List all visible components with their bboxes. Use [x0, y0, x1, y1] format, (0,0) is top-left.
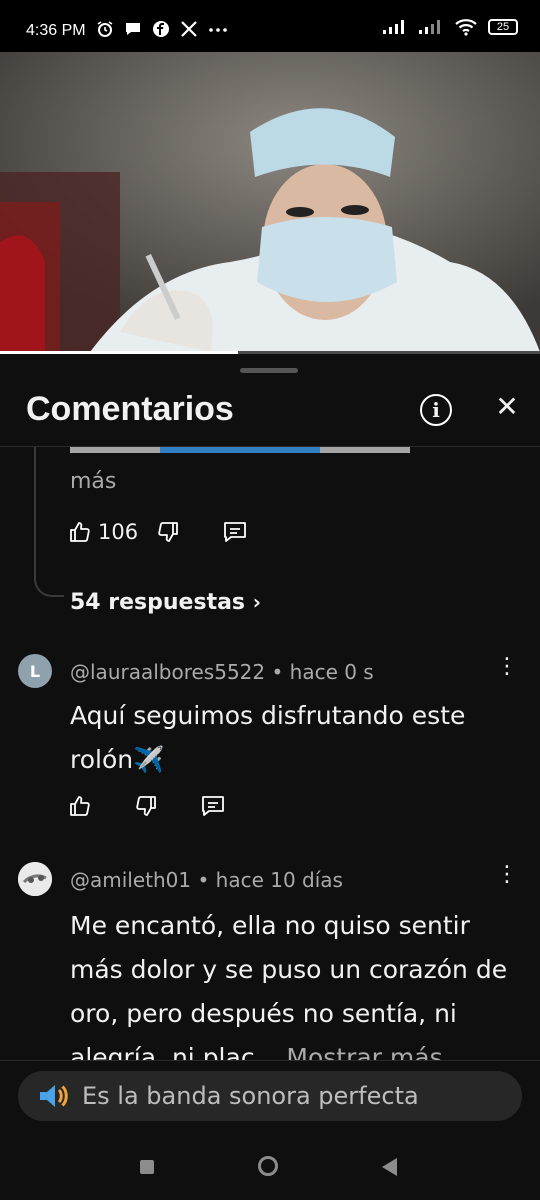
status-system-icons: 25 [382, 18, 518, 36]
comment-meta: @amileth01 • hace 10 días [70, 868, 343, 892]
more-dots-icon [209, 28, 227, 32]
close-icon[interactable]: ✕ [492, 392, 522, 422]
avatar-image [18, 862, 52, 896]
x-icon [181, 21, 197, 37]
comment-actions: 106 [68, 520, 248, 544]
replies-count-label: 54 respuestas [70, 590, 246, 615]
reply-comment-icon [224, 522, 246, 542]
status-time: 4:36 PM [26, 22, 86, 39]
signal-icon [383, 20, 404, 34]
system-nav-bar [0, 1136, 540, 1200]
comment-author[interactable]: @amileth01 [70, 868, 191, 892]
signal-icon [419, 20, 440, 34]
chat-bubble-icon [126, 23, 140, 35]
thumbs-up-icon [70, 522, 90, 542]
sheet-title: Comentarios [26, 390, 234, 428]
comment-time: • hace 10 días [197, 868, 343, 892]
comment-author[interactable]: @lauraalbores5522 [70, 660, 265, 684]
info-icon[interactable]: i [420, 394, 452, 426]
video-player[interactable] [0, 52, 540, 352]
video-frame [0, 52, 540, 352]
comment-text: Aquí seguimos disfrutando este rolón✈️ [70, 701, 466, 774]
comment-meta: @lauraalbores5522 • hace 0 s [70, 660, 374, 684]
battery-icon: 25 [488, 19, 518, 35]
like-button[interactable]: 106 [68, 520, 138, 544]
comment-continued-text: más [70, 469, 117, 494]
dislike-button[interactable] [156, 520, 180, 544]
show-more-link[interactable]: Mostrar más [286, 1043, 442, 1060]
facebook-icon [153, 21, 169, 37]
more-options-icon[interactable]: ⋮ [496, 862, 518, 887]
comments-sheet: Comentarios i ✕ más 106 54 respuestas › … [0, 354, 540, 1060]
thumbs-up-icon[interactable] [68, 794, 92, 818]
reply-comment-icon[interactable] [200, 794, 226, 818]
comment-text: Me encantó, ella no quiso sentir más dol… [70, 911, 508, 1060]
comment-time: • hace 0 s [271, 660, 374, 684]
like-count: 106 [98, 520, 139, 544]
thumbs-down-icon [158, 522, 178, 542]
battery-level: 25 [496, 21, 510, 33]
speaker-icon [40, 1085, 68, 1107]
status-bar: 4:36 PM 25 [0, 0, 540, 52]
status-notification-icons [96, 20, 228, 38]
comment-actions [68, 794, 226, 818]
reply-placeholder: Es la banda sonora perfecta [82, 1082, 419, 1110]
avatar[interactable]: L [18, 654, 52, 688]
back-button[interactable] [382, 1158, 397, 1176]
avatar-letter: L [29, 661, 41, 681]
thumbs-down-icon[interactable] [134, 794, 158, 818]
recents-button[interactable] [140, 1160, 154, 1174]
view-replies-link[interactable]: 54 respuestas › [70, 590, 261, 615]
reply-button[interactable] [222, 520, 248, 544]
drag-handle[interactable] [240, 368, 298, 373]
reply-input[interactable]: Es la banda sonora perfecta [18, 1071, 522, 1121]
chevron-right-icon: › [252, 590, 261, 614]
thread-line [34, 447, 64, 597]
more-options-icon[interactable]: ⋮ [496, 654, 518, 679]
truncated-text-fragment [70, 447, 480, 453]
avatar[interactable] [18, 862, 52, 896]
info-glyph: i [432, 398, 440, 422]
alarm-icon [97, 21, 113, 37]
reply-bar: Es la banda sonora perfecta [0, 1060, 540, 1137]
comment-body: Me encantó, ella no quiso sentir más dol… [70, 904, 520, 1060]
wifi-icon [455, 19, 477, 36]
home-button[interactable] [258, 1156, 278, 1176]
